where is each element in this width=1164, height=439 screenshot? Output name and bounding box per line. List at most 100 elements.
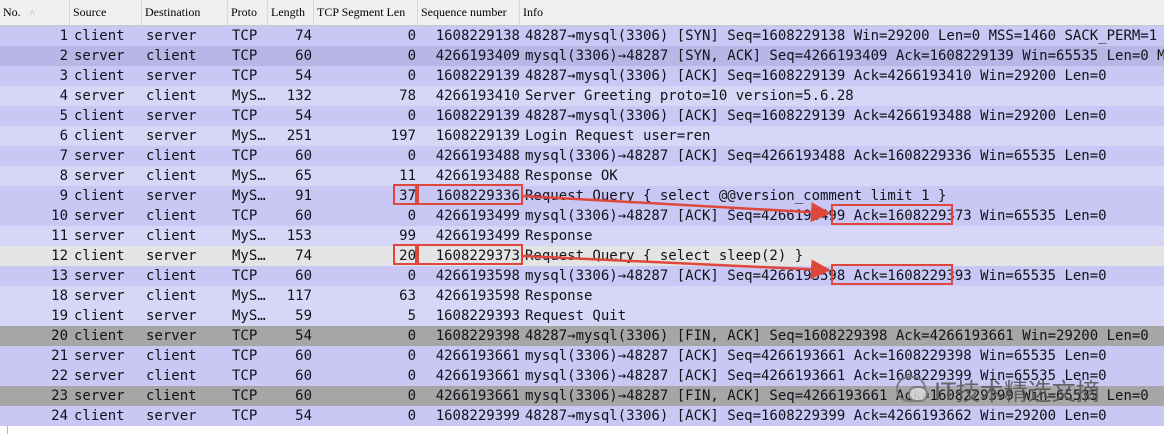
- cell-length: 153: [286, 228, 312, 244]
- column-header-no[interactable]: No. ^: [0, 0, 70, 25]
- cell-tcp-segment-len: 0: [407, 68, 416, 84]
- cell-source: server: [74, 148, 125, 164]
- cell-destination: client: [146, 208, 197, 224]
- cell-source: client: [74, 108, 125, 124]
- cell-source: server: [74, 268, 125, 284]
- cell-sequence-number: 4266193598: [435, 268, 520, 284]
- cell-tcp-segment-len: 78: [399, 88, 416, 104]
- cell-source: server: [74, 88, 125, 104]
- cell-source: client: [74, 188, 125, 204]
- table-row[interactable]: 10 server client TCP 60 0 4266193499 mysql(3306…: [0, 206, 1164, 226]
- cell-info: Response: [525, 288, 593, 304]
- cell-length: 54: [295, 408, 312, 424]
- cell-info: Request Quit: [525, 308, 627, 324]
- cell-length: 74: [295, 248, 312, 264]
- column-header-destination[interactable]: Destination: [142, 0, 228, 25]
- cell-destination: client: [146, 48, 197, 64]
- cell-length: 60: [295, 388, 312, 404]
- column-header-sequence-number[interactable]: Sequence number: [418, 0, 520, 25]
- cell-no: 6: [59, 128, 68, 144]
- watermark: IT技术精选文摘: [896, 372, 1158, 406]
- cell-info: Login Request user=ren: [525, 128, 711, 144]
- cell-length: 54: [295, 68, 312, 84]
- cell-no: 8: [59, 168, 68, 184]
- cell-sequence-number: 1608229138: [435, 28, 520, 44]
- cell-destination: client: [146, 388, 197, 404]
- cell-tcp-segment-len: 0: [407, 408, 416, 424]
- cell-no: 24: [51, 408, 68, 424]
- cell-sequence-number: 4266193661: [435, 348, 520, 364]
- table-row[interactable]: 12 client server MyS… 74 20 1608229373 Request …: [0, 246, 1164, 266]
- table-row[interactable]: 4 server client MyS… 132 78 4266193410 Server G…: [0, 86, 1164, 106]
- cell-info: mysql(3306)→48287 [SYN, ACK] Seq=4266193…: [525, 48, 1164, 64]
- cell-source: server: [74, 208, 125, 224]
- cell-tcp-segment-len: 0: [407, 368, 416, 384]
- cell-sequence-number: 4266193661: [435, 388, 520, 404]
- table-row[interactable]: 11 server client MyS… 153 99 4266193499 Respons…: [0, 226, 1164, 246]
- cell-info: 48287→mysql(3306) [ACK] Seq=1608229399 A…: [525, 408, 1107, 424]
- cell-sequence-number: 1608229393: [435, 308, 520, 324]
- table-row[interactable]: 13 server client TCP 60 0 4266193598 mysql(3306…: [0, 266, 1164, 286]
- cell-destination: server: [146, 308, 197, 324]
- cell-info: Server Greeting proto=10 version=5.6.28: [525, 88, 854, 104]
- cell-no: 1: [59, 28, 68, 44]
- cell-destination: server: [146, 248, 197, 264]
- table-row[interactable]: 2 server client TCP 60 0 4266193409 mysql(3306)…: [0, 46, 1164, 66]
- cell-source: client: [74, 328, 125, 344]
- cell-info: Request Query { select @@version_comment…: [525, 188, 947, 204]
- table-row[interactable]: 6 client server MyS… 251 197 1608229139 Login R…: [0, 126, 1164, 146]
- column-header-length[interactable]: Length: [268, 0, 314, 25]
- highlight-box-seg-len-9: [393, 184, 417, 205]
- cell-length: 132: [286, 88, 312, 104]
- column-header-info[interactable]: Info: [520, 0, 1164, 25]
- column-header-tcp-segment-len[interactable]: TCP Segment Len: [314, 0, 418, 25]
- cell-destination: server: [146, 128, 197, 144]
- cell-destination: client: [146, 268, 197, 284]
- cell-tcp-segment-len: 0: [407, 388, 416, 404]
- cell-sequence-number: 1608229139: [435, 108, 520, 124]
- cell-sequence-number: 1608229399: [435, 408, 520, 424]
- cell-no: 19: [51, 308, 68, 324]
- cell-sequence-number: 1608229139: [435, 68, 520, 84]
- table-row[interactable]: 3 client server TCP 54 0 1608229139 48287→mysql…: [0, 66, 1164, 86]
- cell-destination: client: [146, 168, 197, 184]
- table-row[interactable]: 9 client server MyS… 91 37 1608229336 Request Q…: [0, 186, 1164, 206]
- column-header-protocol[interactable]: Proto: [228, 0, 268, 25]
- cell-length: 54: [295, 108, 312, 124]
- table-row[interactable]: 19 client server MyS… 59 5 1608229393 Request Q…: [0, 306, 1164, 326]
- table-row[interactable]: 5 client server TCP 54 0 1608229139 48287→mysql…: [0, 106, 1164, 126]
- cell-length: 60: [295, 208, 312, 224]
- cell-destination: client: [146, 368, 197, 384]
- table-row[interactable]: 24 client server TCP 54 0 1608229399 48287→mysq…: [0, 406, 1164, 426]
- cell-no: 23: [51, 388, 68, 404]
- cell-length: 54: [295, 328, 312, 344]
- highlight-box-ack-13: [831, 264, 953, 285]
- table-row[interactable]: 18 server client MyS… 117 63 4266193598 Respons…: [0, 286, 1164, 306]
- packet-list: 1 client server TCP 74 0 1608229138 48287→mysql…: [0, 26, 1164, 426]
- table-row[interactable]: 8 server client MyS… 65 11 4266193488 Response …: [0, 166, 1164, 186]
- cell-no: 10: [51, 208, 68, 224]
- highlight-box-seg-len-12: [393, 244, 417, 265]
- cell-tcp-segment-len: 0: [407, 148, 416, 164]
- cell-no: 9: [59, 188, 68, 204]
- wechat-logo-icon: [896, 376, 928, 402]
- table-row[interactable]: 1 client server TCP 74 0 1608229138 48287→mysql…: [0, 26, 1164, 46]
- cell-source: server: [74, 368, 125, 384]
- cell-tcp-segment-len: 0: [407, 208, 416, 224]
- cell-sequence-number: 4266193598: [435, 288, 520, 304]
- table-row[interactable]: 7 server client TCP 60 0 4266193488 mysql(3306)…: [0, 146, 1164, 166]
- cell-sequence-number: 1608229398: [435, 328, 520, 344]
- cell-no: 4: [59, 88, 68, 104]
- table-row[interactable]: 21 server client TCP 60 0 4266193661 mysql(3306…: [0, 346, 1164, 366]
- cell-source: client: [74, 128, 125, 144]
- table-row[interactable]: 20 client server TCP 54 0 1608229398 48287→mysq…: [0, 326, 1164, 346]
- cell-tcp-segment-len: 0: [407, 268, 416, 284]
- cell-length: 65: [295, 168, 312, 184]
- column-header-source[interactable]: Source: [70, 0, 142, 25]
- cell-info: Response OK: [525, 168, 618, 184]
- highlight-box-ack-10: [831, 204, 953, 225]
- cell-tcp-segment-len: 5: [407, 308, 416, 324]
- cell-destination: server: [146, 28, 197, 44]
- cell-source: server: [74, 48, 125, 64]
- cell-info: mysql(3306)→48287 [ACK] Seq=4266193488 A…: [525, 148, 1107, 164]
